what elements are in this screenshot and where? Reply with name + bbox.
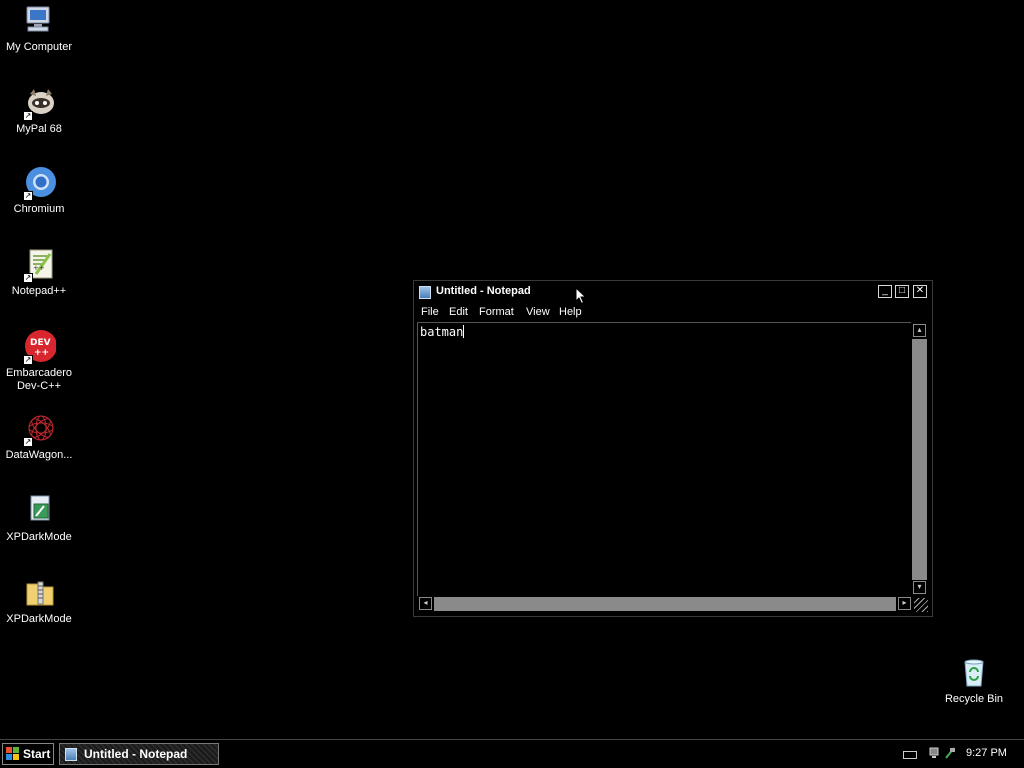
start-button[interactable]: Start <box>2 743 54 765</box>
safely-remove-hardware-icon[interactable] <box>944 746 956 760</box>
text-caret <box>463 325 465 338</box>
menu-bar: File Edit Format View Help <box>414 303 932 321</box>
desktop-icon-label: DataWagon... <box>5 449 73 461</box>
network-icon[interactable] <box>929 746 941 760</box>
desktop-icon-chromium[interactable]: ↗ Chromium <box>1 166 77 216</box>
desktop-icon-label: Notepad++ <box>11 285 67 297</box>
computer-icon <box>22 4 56 38</box>
resize-grip[interactable] <box>914 598 928 612</box>
taskbar-button-notepad[interactable]: Untitled - Notepad <box>59 743 219 765</box>
maximize-button[interactable]: □ <box>895 285 909 298</box>
start-label: Start <box>23 747 51 761</box>
desktop-icon-label: My Computer <box>5 41 73 53</box>
desktop-icon-xpdarkmode-zip[interactable]: XPDarkMode <box>1 576 77 626</box>
notepad-app-icon <box>419 286 431 299</box>
keyboard-icon[interactable] <box>903 751 917 759</box>
scroll-down-button[interactable]: ▾ <box>913 581 926 594</box>
menu-format[interactable]: Format <box>479 306 514 318</box>
editor-text: batman <box>420 325 464 339</box>
desktop-icon-devcpp[interactable]: DEV ++ ↗ Embarcadero Dev-C++ <box>1 330 77 393</box>
desktop-icon-notepadpp[interactable]: ++ ↗ Notepad++ <box>1 248 77 298</box>
scroll-left-button[interactable]: ◂ <box>419 597 432 610</box>
title-bar[interactable]: Untitled - Notepad _ □ ✕ <box>414 281 932 303</box>
notepad-window[interactable]: Untitled - Notepad _ □ ✕ File Edit Forma… <box>413 280 933 617</box>
taskbar: Start Untitled - Notepad 9:27 PM <box>0 739 1024 768</box>
minimize-button[interactable]: _ <box>878 285 892 298</box>
scroll-right-button[interactable]: ▸ <box>898 597 911 610</box>
scroll-up-button[interactable]: ▴ <box>913 324 926 337</box>
mypal-raccoon-icon: ↗ <box>22 86 56 121</box>
svg-text:++: ++ <box>33 264 45 272</box>
taskbar-button-label: Untitled - Notepad <box>84 747 188 761</box>
window-title: Untitled - Notepad <box>436 285 531 297</box>
zip-folder-icon <box>22 576 56 610</box>
xpdarkmode-app-icon <box>22 494 56 528</box>
desktop-icon-label: MyPal 68 <box>16 123 62 135</box>
menu-edit[interactable]: Edit <box>449 306 468 318</box>
shortcut-arrow-icon: ↗ <box>23 437 33 447</box>
close-button[interactable]: ✕ <box>913 285 927 298</box>
desktop-icon-label: Embarcadero Dev-C++ <box>5 367 73 392</box>
menu-file[interactable]: File <box>421 306 439 318</box>
shortcut-arrow-icon: ↗ <box>23 355 33 365</box>
shortcut-arrow-icon: ↗ <box>23 191 33 201</box>
chromium-icon: ↗ <box>22 166 56 201</box>
desktop-icon-label: XPDarkMode <box>6 613 72 625</box>
editor-content: batman <box>420 325 465 339</box>
desktop-icon-label: Recycle Bin <box>944 693 1004 705</box>
recycle-bin-icon <box>957 656 991 690</box>
notepadpp-icon: ++ ↗ <box>22 248 56 283</box>
shortcut-arrow-icon: ↗ <box>23 273 33 283</box>
shortcut-arrow-icon: ↗ <box>23 111 33 121</box>
mouse-cursor-icon <box>575 286 587 308</box>
clock[interactable]: 9:27 PM <box>966 747 1007 759</box>
horizontal-scrollbar[interactable]: ◂ ▸ <box>417 596 912 612</box>
devcpp-icon: DEV ++ ↗ <box>22 330 57 365</box>
desktop-icon-label: XPDarkMode <box>6 531 72 543</box>
system-tray: 9:27 PM <box>894 740 1024 768</box>
text-editor[interactable]: batman <box>417 322 912 596</box>
desktop-icon-my-computer[interactable]: My Computer <box>1 4 77 54</box>
vertical-scroll-thumb[interactable] <box>912 339 927 580</box>
desktop-icon-xpdarkmode-app[interactable]: XPDarkMode <box>1 494 77 544</box>
svg-text:DEV: DEV <box>30 338 51 348</box>
svg-text:++: ++ <box>34 348 49 358</box>
notepad-app-icon <box>65 748 77 761</box>
horizontal-scroll-thumb[interactable] <box>434 597 896 611</box>
desktop-icon-mypal[interactable]: ↗ MyPal 68 <box>1 86 77 136</box>
desktop-icon-recycle-bin[interactable]: Recycle Bin <box>936 656 1012 706</box>
windows-flag-icon <box>6 747 20 761</box>
desktop-icon-label: Chromium <box>13 203 65 215</box>
desktop-icon-datawagon[interactable]: ↗ DataWagon... <box>1 412 77 462</box>
vertical-scrollbar[interactable]: ▴ ▾ <box>911 322 929 596</box>
datawagon-icon: ↗ <box>22 412 56 447</box>
menu-view[interactable]: View <box>526 306 550 318</box>
